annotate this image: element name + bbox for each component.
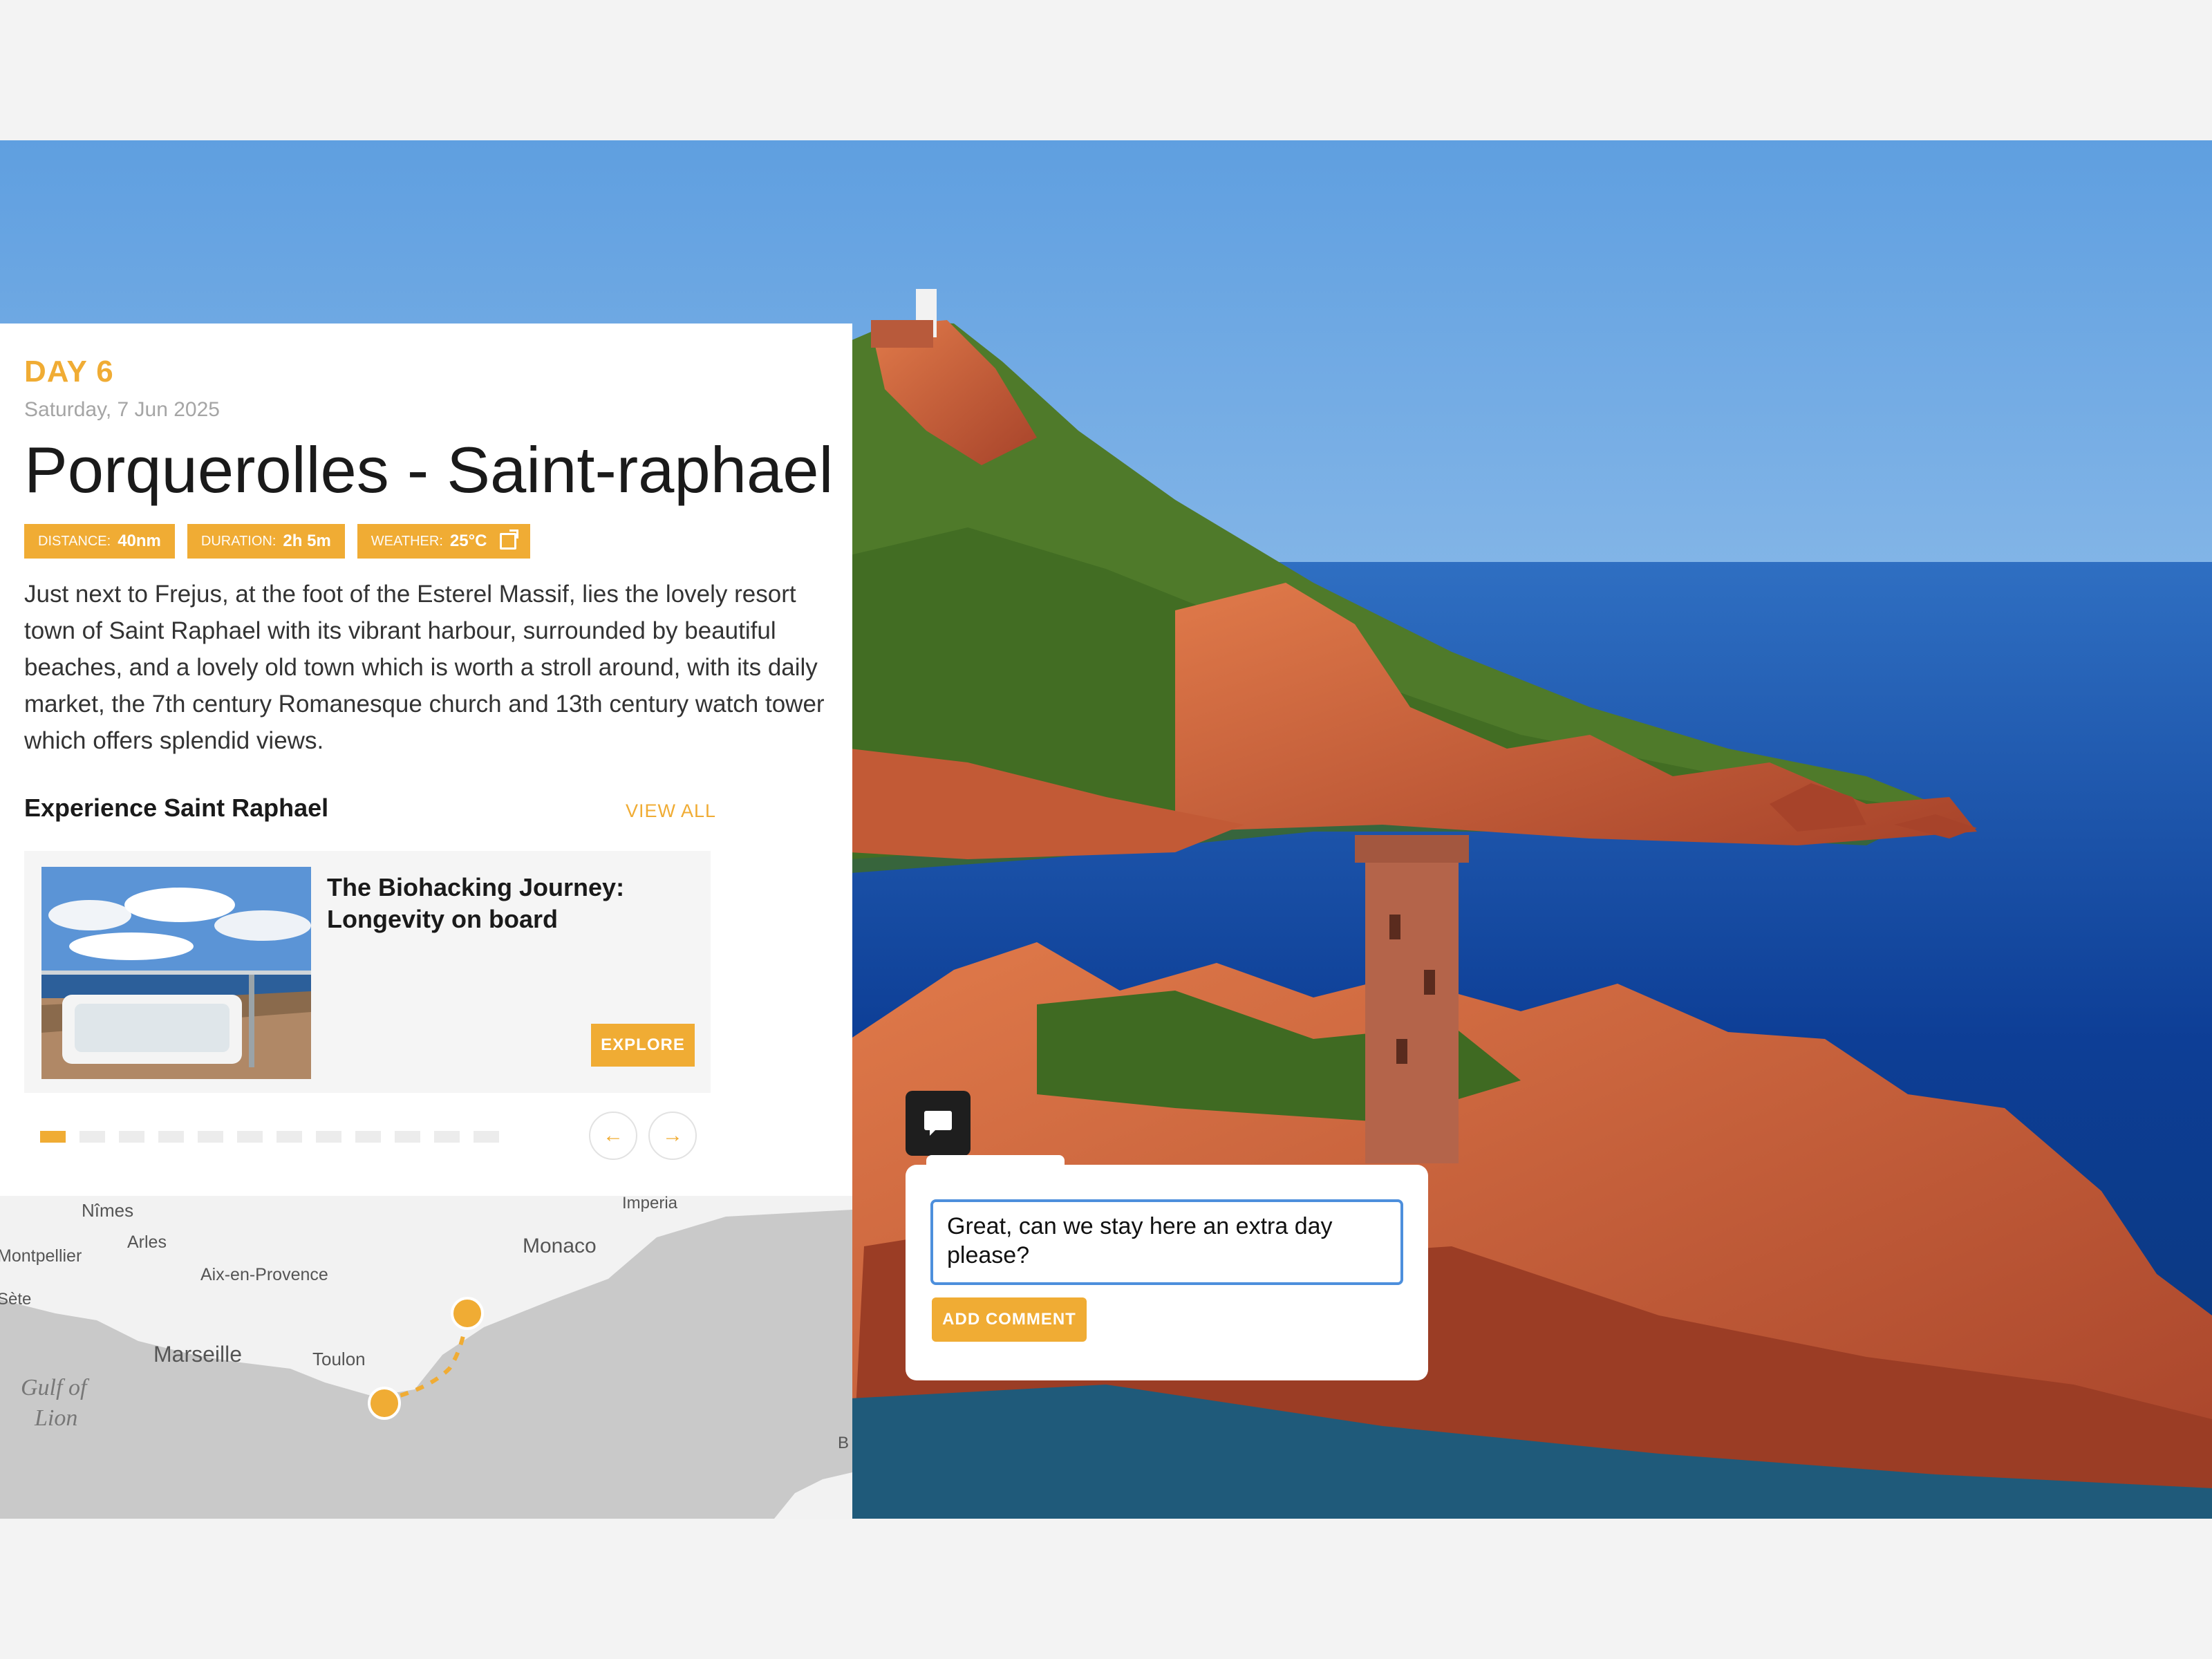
map-label-arles: Arles [127,1232,167,1252]
next-arrow-button[interactable]: → [648,1112,697,1160]
map-label-monaco: Monaco [523,1235,597,1257]
carousel-dot[interactable] [198,1131,223,1143]
experience-title: The Biohacking Journey: Longevity on boa… [327,873,625,933]
carousel-dot[interactable] [119,1131,144,1143]
explore-button[interactable]: EXPLORE [591,1024,695,1067]
itinerary-stage: DAY 6 Saturday, 7 Jun 2025 Porquerolles … [0,140,2212,1519]
map-label-toulon: Toulon [312,1349,366,1369]
route-stop-saint-raphael[interactable] [451,1297,484,1330]
weather-key: WEATHER: [371,533,443,549]
map-label-imperia: Imperia [622,1196,678,1212]
trip-stats: DISTANCE: 40nm DURATION: 2h 5m WEATHER: … [24,524,530,559]
external-link-icon[interactable] [499,529,518,550]
map-label-edge: B [838,1434,849,1452]
add-comment-button[interactable]: ADD COMMENT [932,1297,1087,1342]
day-date: Saturday, 7 Jun 2025 [24,398,220,421]
prev-arrow-button[interactable]: ← [589,1112,637,1160]
carousel-dot[interactable] [355,1131,381,1143]
experience-heading: Experience Saint Raphael [24,794,329,822]
carousel-dot[interactable] [79,1131,105,1143]
day-detail-panel: DAY 6 Saturday, 7 Jun 2025 Porquerolles … [0,324,852,1336]
map-label-marseille: Marseille [153,1342,242,1367]
route-map[interactable]: Nîmes Arles Montpellier Sète Aix-en-Prov… [0,1196,852,1519]
comment-icon [924,1111,952,1136]
day-description: Just next to Frejus, at the foot of the … [24,581,825,754]
arrow-left-icon: ← [603,1124,624,1147]
carousel-dot[interactable] [237,1131,263,1143]
comment-input[interactable]: Great, can we stay here an extra day ple… [930,1199,1403,1285]
distance-value: 40nm [118,532,161,550]
experience-card[interactable]: The Biohacking Journey: Longevity on boa… [24,851,711,1093]
distance-badge: DISTANCE: 40nm [24,524,175,559]
duration-badge: DURATION: 2h 5m [187,524,345,559]
day-label: DAY 6 [24,355,114,388]
map-label-nimes: Nîmes [82,1200,133,1221]
carousel-dot[interactable] [276,1131,302,1143]
comment-popup: Great, can we stay here an extra day ple… [906,1155,1428,1380]
route-stop-porquerolles[interactable] [368,1387,401,1420]
carousel-dot[interactable] [316,1131,341,1143]
distance-key: DISTANCE: [38,533,111,549]
map-label-lion: Lion [34,1405,77,1431]
carousel-dot[interactable] [40,1131,66,1143]
page-title: Porquerolles - Saint-raphael [24,433,834,506]
arrow-right-icon: → [662,1124,683,1147]
map-label-gulf: Gulf of [21,1375,90,1400]
carousel-dot[interactable] [474,1131,499,1143]
duration-value: 2h 5m [283,532,331,550]
carousel-dot[interactable] [158,1131,184,1143]
map-label-montpellier: Montpellier [0,1246,82,1266]
weather-value: 25°C [449,532,487,550]
map-label-aix: Aix-en-Provence [200,1265,328,1284]
carousel-dots [40,1131,499,1143]
weather-badge[interactable]: WEATHER: 25°C [357,524,530,559]
map-label-sete: Sète [0,1290,31,1309]
comment-toggle-button[interactable] [906,1091,971,1156]
duration-key: DURATION: [200,533,276,549]
carousel-dot[interactable] [434,1131,460,1143]
view-all-link[interactable]: VIEW ALL [626,800,716,822]
carousel-dot[interactable] [395,1131,420,1143]
experience-thumbnail [41,867,311,1079]
